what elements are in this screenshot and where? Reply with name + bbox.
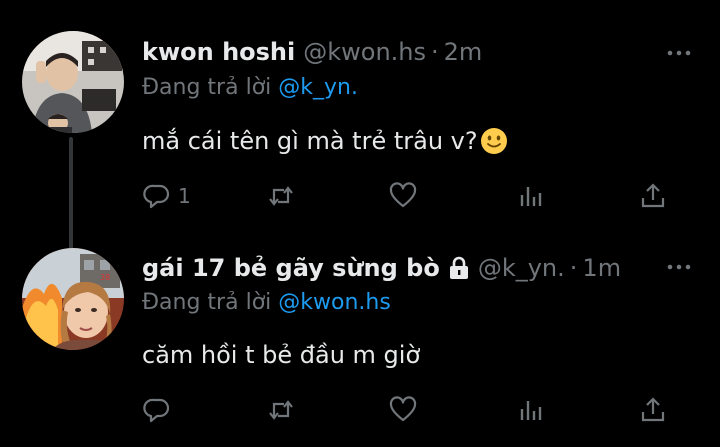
more-options-icon[interactable]	[666, 40, 692, 66]
replying-to: Đang trả lời @k_yn.	[142, 74, 358, 102]
tweet-header: kwon hoshi @kwon.hs · 2m	[142, 37, 482, 67]
tweet-header: gái 17 bẻ gãy sừng bò @k_yn. · 1m	[142, 253, 621, 283]
avatar-photo	[22, 31, 124, 133]
reply-mention-link[interactable]: @kwon.hs	[278, 290, 391, 315]
tweet[interactable]: kwon hoshi @kwon.hs · 2m Đang trả lời @k…	[0, 0, 720, 252]
replying-to: Đang trả lời @kwon.hs	[142, 289, 391, 317]
views-chart-icon	[520, 187, 542, 206]
reply-button[interactable]: 1	[142, 178, 191, 214]
views-chart-icon	[520, 401, 542, 420]
timestamp[interactable]: 2m	[444, 37, 483, 67]
avatar[interactable]: 38	[22, 248, 124, 350]
replying-to-label: Đang trả lời	[142, 75, 272, 100]
handle[interactable]: @k_yn.	[478, 253, 565, 283]
share-icon	[641, 397, 665, 422]
share-button[interactable]	[638, 178, 668, 214]
retweet-icon	[269, 186, 293, 206]
heart-icon	[389, 396, 417, 422]
tweet-text: căm hồi t bẻ đầu m giờ	[142, 339, 420, 371]
lock-icon	[449, 256, 468, 279]
avatar-photo: 38	[22, 248, 124, 350]
reply-mention-link[interactable]: @k_yn.	[278, 75, 358, 100]
tweet[interactable]: 38 gái 17 bẻ gãy sừng bò @k_yn. · 1m Đan…	[0, 232, 720, 447]
tweet-text: mắ cái tên gì mà trẻ trâu v?	[142, 125, 508, 157]
retweet-button[interactable]	[266, 178, 296, 214]
separator-dot: ·	[569, 254, 578, 282]
timestamp[interactable]: 1m	[582, 253, 621, 283]
share-button[interactable]	[638, 392, 668, 428]
slightly-smiling-face-icon	[480, 128, 507, 154]
replying-to-label: Đang trả lời	[142, 290, 272, 315]
more-options-icon[interactable]	[666, 254, 692, 280]
tweet-text-content: mắ cái tên gì mà trẻ trâu v?	[142, 127, 478, 155]
reply-button[interactable]	[142, 392, 178, 428]
display-name[interactable]: kwon hoshi	[142, 37, 295, 67]
like-button[interactable]	[388, 392, 418, 428]
tweet-actions: 1	[142, 178, 682, 214]
display-name[interactable]: gái 17 bẻ gãy sừng bò	[142, 253, 440, 283]
reply-icon	[143, 398, 170, 423]
like-button[interactable]	[388, 178, 418, 214]
share-icon	[641, 183, 665, 208]
handle[interactable]: @kwon.hs	[303, 37, 426, 67]
views-button[interactable]	[516, 178, 546, 214]
tweet-actions	[142, 392, 682, 428]
views-button[interactable]	[516, 392, 546, 428]
svg-text:38: 38	[100, 273, 110, 282]
tweet-text-content: căm hồi t bẻ đầu m giờ	[142, 341, 421, 369]
separator-dot: ·	[431, 38, 439, 66]
retweet-button[interactable]	[266, 392, 296, 428]
reply-icon	[143, 184, 170, 209]
retweet-icon	[269, 400, 293, 420]
reply-count: 1	[178, 184, 191, 208]
heart-icon	[389, 182, 417, 208]
avatar[interactable]	[22, 31, 124, 133]
